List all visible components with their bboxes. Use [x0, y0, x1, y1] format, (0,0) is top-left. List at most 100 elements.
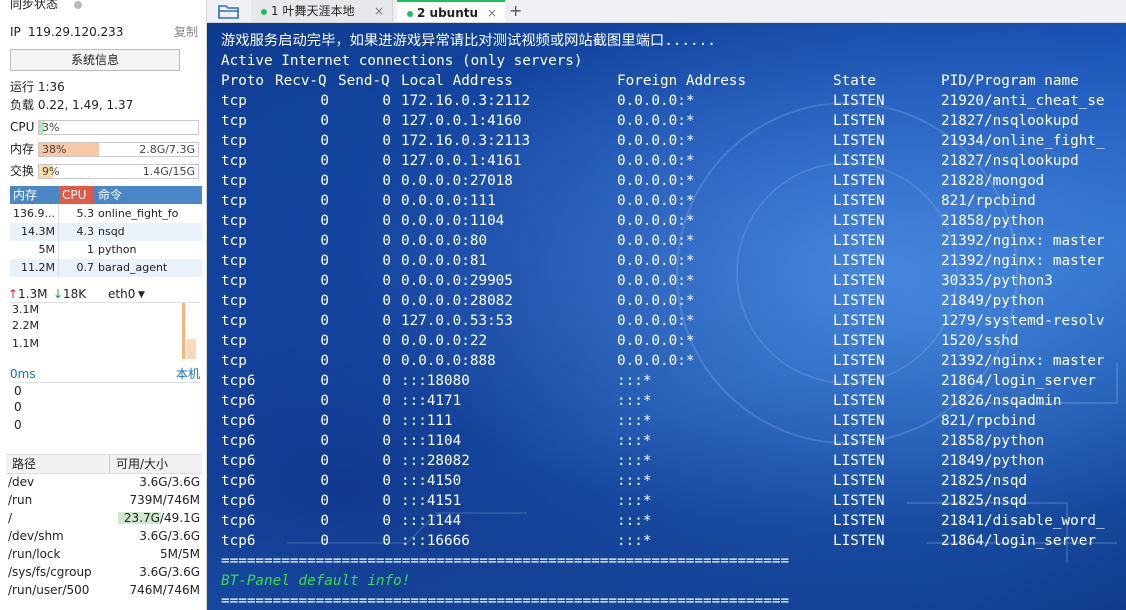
cell-foreign-address: :::*	[617, 393, 652, 409]
disk-header-size[interactable]: 可用/大小	[109, 455, 168, 473]
swap-label: 交换	[10, 164, 35, 178]
cell-recv-q: 0	[320, 453, 329, 469]
ip-row: IP 119.29.120.233 复制	[0, 24, 206, 40]
cell-recv-q: 0	[320, 413, 329, 429]
process-mem: 14.3M	[21, 225, 55, 238]
process-header-cpu[interactable]: CPU	[59, 186, 93, 204]
cell-send-q: 0	[382, 493, 391, 509]
netstat-row: tcp6 0 0:::1104:::* LISTEN 21858/python	[221, 431, 1121, 451]
cell-state: LISTEN	[833, 453, 885, 469]
process-row[interactable]: 11.2M 0.7 barad_agent	[10, 259, 202, 277]
download-arrow-icon: ↓	[53, 287, 64, 301]
tab-ubuntu[interactable]: 2 ubuntu ×	[397, 0, 505, 22]
netstat-row: tcp 0 0 172.16.0.3:2113 0.0.0.0:* LISTEN 21934…	[221, 131, 1121, 151]
cell-pid-program: 21825/nsqd	[941, 473, 1028, 489]
cell-pid-program: 821/rpcbind	[941, 413, 1036, 429]
cell-foreign-address: 0.0.0.0:*	[617, 193, 695, 209]
disk-path: /sys/fs/cgroup	[8, 565, 92, 579]
disk-size: 746M/746M	[129, 583, 200, 597]
cell-recv-q: 0	[320, 93, 329, 109]
cell-state: LISTEN	[833, 413, 885, 429]
close-icon[interactable]: ×	[487, 2, 497, 24]
cell-proto: tcp	[221, 113, 247, 129]
disk-row[interactable]: /run 739M/746M	[8, 491, 200, 509]
download-speed: 18K	[63, 287, 87, 301]
cell-send-q: 0	[382, 253, 391, 269]
memory-label: 内存	[10, 142, 35, 156]
disk-path: /run/user/500	[8, 583, 90, 597]
network-interface-select[interactable]: eth0	[108, 286, 135, 302]
cell-send-q: 0	[382, 153, 391, 169]
cell-state: LISTEN	[833, 233, 885, 249]
load-average: 负载 0.22, 1.49, 1.37	[10, 98, 134, 112]
cell-foreign-address: 0.0.0.0:*	[617, 93, 695, 109]
close-icon[interactable]: ×	[374, 0, 384, 22]
cell-state: LISTEN	[833, 353, 885, 369]
process-mem: 136.9...	[13, 207, 55, 220]
cell-local-address: 172.16.0.3:2112	[401, 93, 531, 109]
cell-pid-program: 21858/python	[941, 433, 1045, 449]
cell-state: LISTEN	[833, 213, 885, 229]
cell-proto: tcp	[221, 333, 247, 349]
disk-row[interactable]: /run/lock 5M/5M	[8, 545, 200, 563]
cell-recv-q: 0	[320, 273, 329, 289]
header-state: State	[833, 73, 877, 89]
copy-ip-button[interactable]: 复制	[174, 24, 198, 40]
process-header-cmd[interactable]: 命令	[98, 186, 122, 204]
latency-scale-low: 0	[14, 418, 22, 432]
disk-size: 23.7G/49.1G	[123, 511, 200, 525]
add-tab-button[interactable]: +	[509, 0, 529, 22]
disk-row[interactable]: / 23.7G/49.1G	[8, 509, 200, 527]
process-row[interactable]: 14.3M 4.3 nsqd	[10, 223, 202, 241]
folder-button[interactable]	[207, 0, 247, 22]
process-mem: 5M	[38, 243, 56, 256]
cell-pid-program: 21392/nginx: master	[941, 353, 1105, 369]
terminal[interactable]: 游戏服务启动完毕，如果进游戏异常请比对测试视频或网站截图里端口...... Ac…	[207, 23, 1126, 610]
tab-local[interactable]: 1 叶舞天涯本地 ×	[251, 0, 393, 22]
cell-state: LISTEN	[833, 393, 885, 409]
tab-status-icon	[407, 10, 413, 17]
process-cpu: 5.3	[58, 205, 94, 223]
disk-row[interactable]: /dev/shm 3.6G/3.6G	[8, 527, 200, 545]
cell-foreign-address: 0.0.0.0:*	[617, 113, 695, 129]
system-info-button[interactable]: 系统信息	[10, 49, 180, 71]
cell-foreign-address: 0.0.0.0:*	[617, 213, 695, 229]
network-traffic-spike	[182, 303, 196, 359]
process-row[interactable]: 5M 1 python	[10, 241, 202, 259]
disk-table-header: 路径 可用/大小	[6, 454, 202, 474]
cell-local-address: 127.0.0.1:4161	[401, 153, 522, 169]
netstat-row: tcp 0 0 0.0.0.0:22 0.0.0.0:* LISTEN 1520/sshd	[221, 331, 1121, 351]
cell-pid-program: 21392/nginx: master	[941, 233, 1105, 249]
cell-foreign-address: :::*	[617, 453, 652, 469]
cell-local-address: :::1104	[401, 433, 462, 449]
netstat-row: tcp6 0 0:::4150:::* LISTEN 21825/nsqd	[221, 471, 1121, 491]
disk-header-path[interactable]: 路径	[12, 455, 36, 473]
netstat-row: tcp6 0 0:::18080:::* LISTEN 21864/login_serv…	[221, 371, 1121, 391]
cell-recv-q: 0	[320, 213, 329, 229]
process-table-header: 内存 CPU 命令	[10, 186, 202, 204]
sync-status-icon	[74, 1, 82, 9]
disk-row[interactable]: /run/user/500 746M/746M	[8, 581, 200, 599]
disk-row[interactable]: /sys/fs/cgroup 3.6G/3.6G	[8, 563, 200, 581]
netstat-row: tcp 0 0 127.0.0.1:4160 0.0.0.0:* LISTEN 21827/…	[221, 111, 1121, 131]
network-graph: 3.1M 2.2M 1.1M	[10, 302, 200, 361]
disk-size: 3.6G/3.6G	[139, 565, 200, 579]
cell-recv-q: 0	[320, 373, 329, 389]
netstat-row: tcp6 0 0:::4171:::* LISTEN 21826/nsqadmin	[221, 391, 1121, 411]
cell-send-q: 0	[382, 513, 391, 529]
process-header-mem[interactable]: 内存	[10, 186, 59, 204]
disk-row[interactable]: /dev 3.6G/3.6G	[8, 473, 200, 491]
cell-recv-q: 0	[320, 293, 329, 309]
cell-send-q: 0	[382, 333, 391, 349]
cell-send-q: 0	[382, 213, 391, 229]
cell-state: LISTEN	[833, 93, 885, 109]
cell-recv-q: 0	[320, 473, 329, 489]
sidebar: 同步状态 IP 119.29.120.233 复制 系统信息 运行 1:36 负…	[0, 0, 207, 610]
process-row[interactable]: 136.9... 5.3 online_fight_fo	[10, 205, 202, 223]
sync-status-label: 同步状态	[10, 0, 59, 11]
chevron-down-icon[interactable]: ▼	[138, 287, 145, 303]
cell-recv-q: 0	[320, 253, 329, 269]
cell-pid-program: 21849/python	[941, 293, 1045, 309]
cell-proto: tcp6	[221, 513, 256, 529]
latency-host[interactable]: 本机	[176, 366, 200, 382]
